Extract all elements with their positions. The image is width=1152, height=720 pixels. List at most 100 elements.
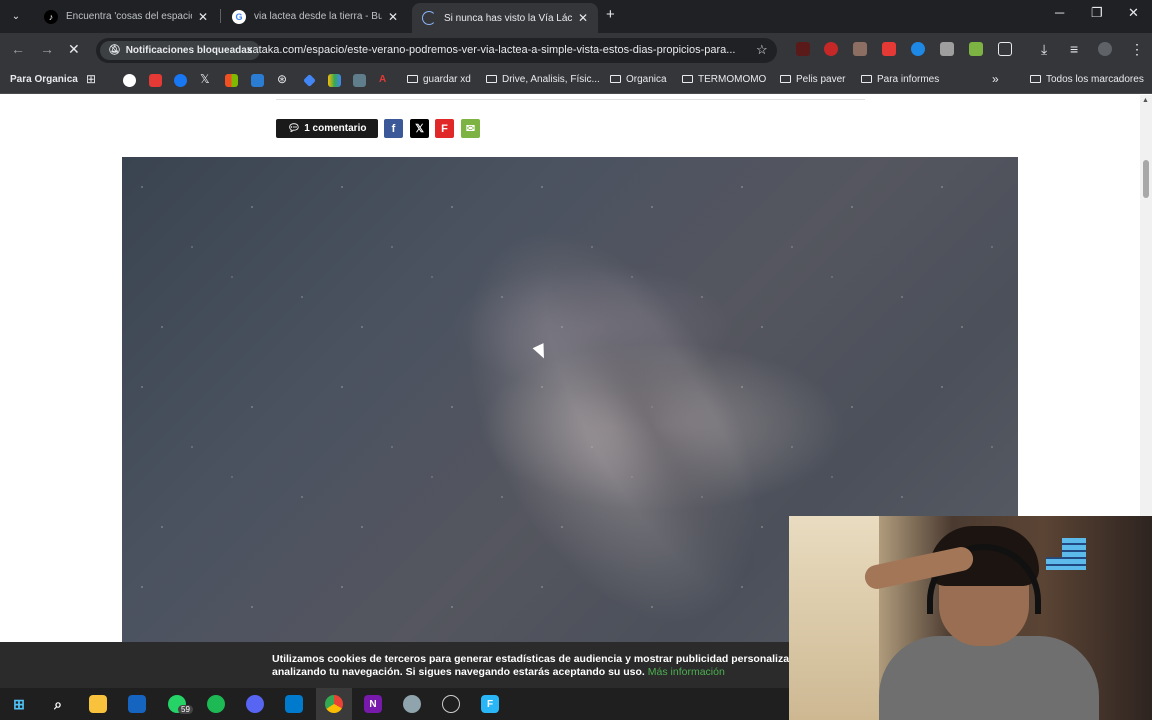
folder-label: guardar xd xyxy=(423,74,471,85)
app-icon-f[interactable]: F xyxy=(481,695,499,713)
apps-grid-icon[interactable]: ⊞ xyxy=(86,72,96,86)
folder-icon xyxy=(486,75,497,83)
windows-start-icon[interactable]: ⊞ xyxy=(10,695,28,713)
scroll-up-icon[interactable]: ▲ xyxy=(1142,97,1149,104)
close-tab-icon[interactable]: ✕ xyxy=(388,10,398,24)
outlook-icon[interactable] xyxy=(251,74,264,87)
bookmark-folder-guardar-xd[interactable]: guardar xd xyxy=(407,74,471,85)
notifications-blocked-chip[interactable]: 🔕︎ Notificaciones bloqueadas xyxy=(100,41,261,60)
microsoft-icon[interactable] xyxy=(225,74,238,87)
windows-taskbar: ⊞ ⌕ 59 N F xyxy=(0,688,789,720)
stop-loading-icon[interactable]: ✕ xyxy=(68,41,80,58)
extension-icon-5[interactable] xyxy=(911,42,925,56)
clock-app-icon[interactable] xyxy=(442,695,460,713)
tab-title: Si nunca has visto la Vía Láctea xyxy=(444,12,572,24)
colorful-app-icon[interactable] xyxy=(328,74,341,87)
comments-button[interactable]: 💬︎ 1 comentario xyxy=(276,119,378,138)
tab-google-search[interactable]: G via lactea desde la tierra - Buscar co… xyxy=(222,3,408,30)
bookmark-folder-termomomo[interactable]: TERMOMOMO xyxy=(682,74,766,85)
tab-xataka-active[interactable]: Si nunca has visto la Vía Láctea ✕ xyxy=(412,3,598,33)
a-logo-icon[interactable]: A xyxy=(379,74,386,85)
url-text[interactable]: xataka.com/espacio/este-verano-podremos-… xyxy=(247,44,747,56)
app-icon-shell[interactable] xyxy=(403,695,421,713)
discord-icon[interactable] xyxy=(246,695,264,713)
new-tab-button[interactable]: + xyxy=(606,6,615,23)
profile-avatar[interactable] xyxy=(1098,42,1112,56)
folder-icon xyxy=(407,75,418,83)
folder-label: TERMOMOMO xyxy=(698,74,767,85)
tab-tiktok[interactable]: ♪ Encuentra 'cosas del espacio' en TikTo… xyxy=(34,3,218,30)
spotify-icon[interactable] xyxy=(207,695,225,713)
x-icon[interactable]: 𝕏 xyxy=(200,72,210,86)
more-info-link[interactable]: Más información xyxy=(648,666,725,678)
gemini-icon[interactable] xyxy=(303,74,316,87)
scroll-thumb[interactable] xyxy=(1143,160,1149,198)
bookmark-para-organica[interactable]: Para Organica xyxy=(10,74,78,85)
minimize-icon[interactable]: ─ xyxy=(1055,5,1064,20)
onenote-icon[interactable]: N xyxy=(364,695,382,713)
webcam-wall xyxy=(789,516,879,720)
shield-icon[interactable] xyxy=(940,42,954,56)
forward-arrow-icon[interactable]: → xyxy=(40,41,54,57)
tab-title: Encuentra 'cosas del espacio' en TikTok xyxy=(66,11,192,22)
extension-icon-1[interactable] xyxy=(796,42,810,56)
folder-label: Drive, Analisis, Físic... xyxy=(502,74,600,85)
back-arrow-icon[interactable]: ← xyxy=(11,41,25,57)
folder-label: Todos los marcadores xyxy=(1046,74,1144,85)
chrome-icon[interactable] xyxy=(325,695,343,713)
folder-label: Pelis paver xyxy=(796,74,846,85)
flipboard-share-icon[interactable]: F xyxy=(435,119,454,138)
tiktok-icon: ♪ xyxy=(44,9,58,24)
chip-label: Notificaciones bloqueadas xyxy=(125,45,253,56)
tab-strip: ⌄ ♪ Encuentra 'cosas del espacio' en Tik… xyxy=(0,0,1152,33)
file-explorer-icon[interactable] xyxy=(89,695,107,713)
bookmark-folder-organica[interactable]: Organica xyxy=(610,74,667,85)
download-icon[interactable]: ⤓ xyxy=(1041,41,1047,58)
extension-icon-7[interactable] xyxy=(969,42,983,56)
extension-icon-3[interactable] xyxy=(853,42,867,56)
webcam-overlay xyxy=(789,516,1152,720)
close-window-icon[interactable]: ✕ xyxy=(1128,5,1139,21)
restore-icon[interactable]: ❐ xyxy=(1091,5,1103,21)
bookmark-folder-para-informes[interactable]: Para informes xyxy=(861,74,939,85)
bookmark-star-icon[interactable]: ☆ xyxy=(756,42,768,58)
google-icon[interactable] xyxy=(123,74,136,87)
whatsapp-badge: 59 xyxy=(178,705,193,714)
store-icon[interactable] xyxy=(128,695,146,713)
kebab-menu-icon[interactable]: ⋮ xyxy=(1130,41,1144,58)
address-bar[interactable]: 🔕︎ Notificaciones bloqueadas xataka.com/… xyxy=(96,38,777,63)
email-share-icon[interactable]: ✉ xyxy=(461,119,480,138)
x-share-icon[interactable]: 𝕏 xyxy=(410,119,429,138)
facebook-icon[interactable] xyxy=(174,74,187,87)
bookmark-folder-pelis-paver[interactable]: Pelis paver xyxy=(780,74,845,85)
folder-icon xyxy=(682,75,693,83)
all-bookmarks-folder[interactable]: Todos los marcadores xyxy=(1030,74,1144,85)
tab-search-chevron-icon[interactable]: ⌄ xyxy=(6,6,26,26)
facebook-share-icon[interactable]: f xyxy=(384,119,403,138)
youtube-icon[interactable] xyxy=(149,74,162,87)
close-tab-icon[interactable]: ✕ xyxy=(198,10,208,24)
more-bookmarks-chevron-icon[interactable]: » xyxy=(992,72,999,86)
close-tab-icon[interactable]: ✕ xyxy=(578,11,588,25)
bell-off-icon: 🔕︎ xyxy=(108,45,121,56)
folder-label: Para informes xyxy=(877,74,940,85)
bookmark-folder-drive[interactable]: Drive, Analisis, Físic... xyxy=(486,74,600,85)
folder-label: Organica xyxy=(626,74,667,85)
extensions-puzzle-icon[interactable] xyxy=(998,42,1012,56)
extension-icon-2[interactable] xyxy=(824,42,838,56)
media-control-icon[interactable]: ≡ xyxy=(1070,41,1078,57)
divider xyxy=(276,99,865,100)
extension-icon-4[interactable] xyxy=(882,42,896,56)
tab-title: via lactea desde la tierra - Buscar con … xyxy=(254,11,382,22)
vscode-icon[interactable] xyxy=(285,695,303,713)
led-light-decoration xyxy=(1046,538,1086,570)
folder-icon xyxy=(780,75,791,83)
ing-icon[interactable] xyxy=(353,74,366,87)
browser-toolbar: ← → ✕ 🔕︎ Notificaciones bloqueadas xatak… xyxy=(0,33,1152,92)
cookie-message: Utilizamos cookies de terceros para gene… xyxy=(272,653,832,679)
chatgpt-icon[interactable]: ⊛ xyxy=(277,72,287,86)
google-icon: G xyxy=(232,9,246,24)
folder-icon xyxy=(610,75,621,83)
search-icon[interactable]: ⌕ xyxy=(49,695,67,713)
folder-icon xyxy=(861,75,872,83)
